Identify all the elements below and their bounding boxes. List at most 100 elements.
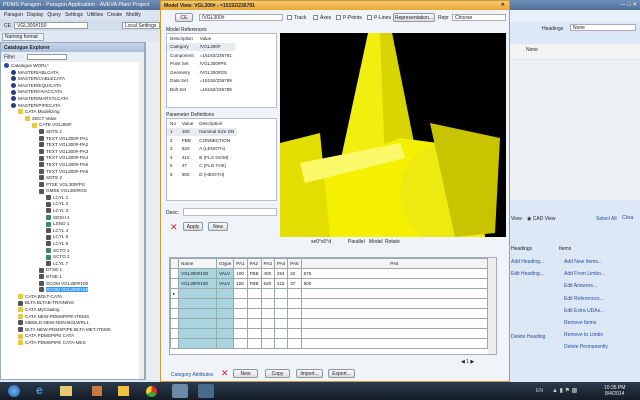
- tab-naming-format[interactable]: Naming format: [2, 33, 44, 41]
- grid-cell[interactable]: [273, 308, 289, 319]
- headings-combo[interactable]: None: [570, 24, 636, 31]
- select-all-link[interactable]: Select All: [596, 216, 617, 222]
- new-param-button[interactable]: New: [208, 222, 228, 231]
- grid-cell[interactable]: [287, 298, 302, 309]
- new-button[interactable]: New: [233, 369, 258, 378]
- grid-cell[interactable]: [273, 288, 289, 299]
- grid-cell[interactable]: 254: [273, 268, 289, 279]
- ce-combo[interactable]: VGL300#150: [14, 22, 88, 29]
- apply-button[interactable]: Apply: [183, 222, 203, 231]
- grid-cell[interactable]: 37: [287, 278, 302, 289]
- outlook-icon[interactable]: [118, 386, 129, 396]
- item-action-link[interactable]: Add From Limbo...: [564, 271, 605, 277]
- app-taskbar-icon[interactable]: [198, 384, 214, 398]
- grid-cell[interactable]: 315: [273, 278, 289, 289]
- table-row[interactable]: Geometry/VGL300#GS: [167, 68, 235, 77]
- grid-cell[interactable]: [246, 288, 262, 299]
- tree-item[interactable]: SECT Valve: [4, 116, 144, 123]
- grid-cell[interactable]: FBB: [246, 278, 262, 289]
- grid-cell[interactable]: [300, 308, 489, 319]
- element-combo[interactable]: /VGL300#: [199, 14, 283, 21]
- grid-cell[interactable]: [273, 318, 289, 329]
- column-header[interactable]: PA5: [287, 258, 302, 269]
- row-selector[interactable]: [170, 308, 179, 319]
- import-button[interactable]: Import...: [296, 369, 323, 378]
- grid-row[interactable]: [170, 338, 489, 349]
- grid-cell[interactable]: [273, 328, 289, 339]
- grid-cell[interactable]: [273, 298, 289, 309]
- row-selector[interactable]: [170, 268, 179, 279]
- grid-row[interactable]: [170, 298, 489, 309]
- tree-item[interactable]: SCOM VGL300#100: [4, 281, 144, 288]
- grid-cell[interactable]: [287, 328, 302, 339]
- tree-item[interactable]: LSNO 1: [4, 221, 144, 228]
- table-row[interactable]: 5 37 C (FLG THK): [167, 162, 237, 171]
- item-action-link[interactable]: Edit Answers...: [564, 283, 597, 289]
- grid-cell[interactable]: [178, 318, 217, 329]
- grid-cell[interactable]: [246, 318, 262, 329]
- column-header[interactable]: Description: [196, 119, 237, 128]
- grid-cell[interactable]: [233, 318, 248, 329]
- tray-icons[interactable]: ▲ ▮ ⚑ ▩: [552, 387, 577, 394]
- table-row[interactable]: Category/VGL300#: [167, 42, 235, 51]
- cad-view-radio[interactable]: ◉ CAD View: [527, 216, 555, 222]
- tree-item[interactable]: BLTA NEW-PDMSPIPE BLTA MET-ITEMS: [4, 327, 144, 334]
- grid-cell[interactable]: [233, 328, 248, 339]
- tree-item[interactable]: MASTER/MARSTLCATA: [4, 96, 144, 103]
- tree-item[interactable]: LCYL 7: [4, 261, 144, 268]
- tree-item[interactable]: DTSE 1: [4, 267, 144, 274]
- desc-input[interactable]: [183, 208, 277, 216]
- column-header[interactable]: PA3: [260, 258, 275, 269]
- table-row[interactable]: Bolt Set =15192/236788: [167, 85, 235, 94]
- item-action-link[interactable]: Edit References...: [564, 296, 604, 302]
- table-row[interactable]: 6 900 D (HEIGTH): [167, 170, 237, 179]
- item-action-link[interactable]: Add New Items...: [564, 259, 602, 265]
- tree-item[interactable]: TEXT VGL300#-PA1: [4, 136, 144, 143]
- grid-cell[interactable]: [178, 338, 217, 349]
- menu-create[interactable]: Create: [107, 12, 122, 18]
- tree-item[interactable]: SCTO 1: [4, 248, 144, 255]
- grid-cell[interactable]: [300, 328, 489, 339]
- grid-cell[interactable]: [215, 288, 235, 299]
- menu-paragon[interactable]: Paragon: [4, 12, 23, 18]
- column-header[interactable]: No: [167, 119, 179, 128]
- table-row[interactable]: 4 315 B (FLG DIAM): [167, 153, 237, 162]
- grid-cell[interactable]: [246, 328, 262, 339]
- grid-cell[interactable]: [178, 288, 217, 299]
- grid-cell[interactable]: [260, 298, 275, 309]
- row-selector[interactable]: [170, 278, 179, 289]
- axes-checkbox[interactable]: Axes: [313, 15, 331, 21]
- tree-item[interactable]: CATA BOLT-CATA: [4, 294, 144, 301]
- column-header[interactable]: Value: [179, 119, 196, 128]
- category-attributes-link[interactable]: Category Attributes: [171, 372, 214, 378]
- export-button[interactable]: Export...: [328, 369, 355, 378]
- catalogue-tree[interactable]: Catalogue WORL* MASTER/ABLCATA MASTER/CABL…: [1, 62, 144, 347]
- table-row[interactable]: 3 620 A (LENGTH): [167, 145, 237, 154]
- grid-cell[interactable]: 675: [300, 268, 489, 279]
- tree-item[interactable]: SCTO 2: [4, 254, 144, 261]
- grid-cell[interactable]: 620: [260, 278, 275, 289]
- start-button[interactable]: [8, 385, 20, 397]
- tree-item[interactable]: PTSE VGL300#PS: [4, 182, 144, 189]
- model-mode-label[interactable]: Model: [369, 239, 383, 245]
- menu-modify[interactable]: Modify: [126, 12, 141, 18]
- grid-cell[interactable]: [260, 308, 275, 319]
- tree-item[interactable]: MASTER/CABLECATA: [4, 76, 144, 83]
- tree-item[interactable]: MASTER/ABLCATA: [4, 70, 144, 77]
- menu-display[interactable]: Display: [27, 12, 43, 18]
- grid-row[interactable]: VGL300#150 VALV 150 FBB 620 315 37 900: [170, 278, 489, 289]
- grid-cell[interactable]: [300, 288, 489, 299]
- grid-cell[interactable]: [215, 308, 235, 319]
- item-action-link[interactable]: Remove Items: [564, 320, 596, 326]
- tree-scrollbar[interactable]: [139, 62, 144, 379]
- ie-icon[interactable]: e: [36, 383, 43, 397]
- tree-item[interactable]: TEXT VGL300#-PA2: [4, 142, 144, 149]
- table-row[interactable]: Point Set/VGL300#PS: [167, 60, 235, 69]
- delete-row-icon[interactable]: ✕: [221, 368, 229, 379]
- grid-cell[interactable]: [260, 328, 275, 339]
- tree-item[interactable]: BLTA BLTAB-TRAINING: [4, 300, 144, 307]
- grid-cell[interactable]: 150: [233, 278, 248, 289]
- grid-cell[interactable]: [260, 318, 275, 329]
- repr-combo[interactable]: Choose: [452, 14, 506, 21]
- column-header[interactable]: Gtype: [215, 258, 235, 269]
